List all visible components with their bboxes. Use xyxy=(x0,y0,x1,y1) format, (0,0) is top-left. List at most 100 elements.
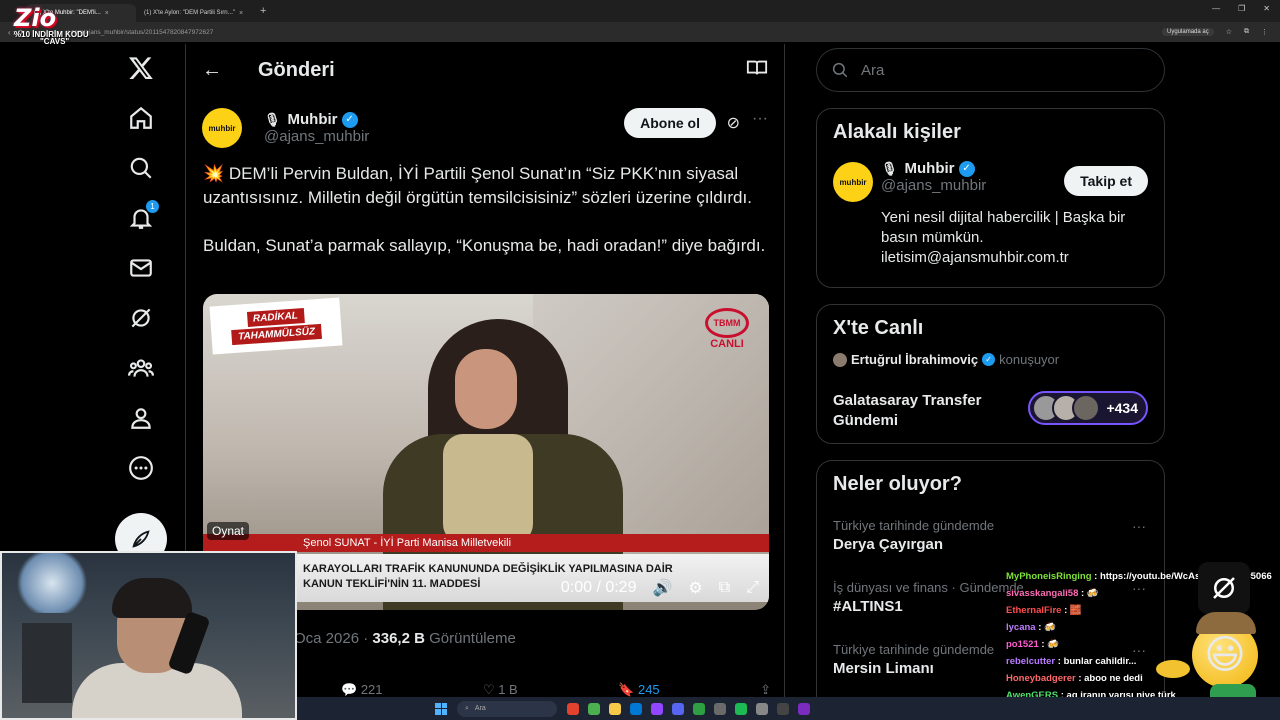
host-name: Ertuğrul İbrahimoviç xyxy=(851,352,979,367)
card-title: Neler oluyor? xyxy=(833,473,962,495)
post-paragraph-2: Buldan, Sunat’a parmak sallayıp, “Konuşm… xyxy=(203,236,766,255)
extensions-icon[interactable]: ⧉ xyxy=(1244,28,1249,36)
store-icon[interactable] xyxy=(630,702,642,715)
related-person[interactable]: muhbir 🎙 Muhbir ✓ @ajans_muhbir Yeni nes… xyxy=(817,156,1164,266)
file-explorer-icon[interactable] xyxy=(609,702,621,715)
play-label[interactable]: Oynat xyxy=(207,522,250,540)
views-count: 336,2 B xyxy=(372,630,425,647)
url-field[interactable]: x.com/ajans_muhbir/status/20115478208479… xyxy=(60,29,1162,36)
chat-text: bunlar cahildir... xyxy=(1063,656,1137,667)
post-date: Oca 2026 xyxy=(294,630,360,647)
profile-icon[interactable] xyxy=(121,398,161,438)
listener-avatar xyxy=(1072,394,1101,422)
messages-envelope-icon[interactable] xyxy=(121,248,161,288)
reply-button[interactable]: 💬 221 xyxy=(341,682,383,698)
page-title: Gönderi xyxy=(258,58,335,81)
chrome-icon[interactable] xyxy=(588,702,600,715)
card-title: X'te Canlı xyxy=(833,317,924,339)
chat-username: Honeybadgerer xyxy=(1006,673,1076,684)
chat-separator: : xyxy=(1055,656,1064,667)
trend-context: Türkiye tarihinde gündemde xyxy=(833,518,995,533)
x-logo-icon[interactable] xyxy=(121,48,161,88)
post-more-icon[interactable]: ··· xyxy=(752,110,768,128)
app-icon[interactable] xyxy=(756,702,768,715)
listeners-pill[interactable]: +434 xyxy=(1028,391,1148,425)
address-bar: ‹ › ⟳ x.com/ajans_muhbir/status/20115478… xyxy=(0,22,1280,42)
reader-view-icon[interactable] xyxy=(746,57,768,84)
live-on-x-card: X'te Canlı Ertuğrul İbrahimoviç ✓ konuşu… xyxy=(816,304,1165,444)
post-text: 💥 DEM’li Pervin Buldan, İYİ Partili Şeno… xyxy=(203,162,773,282)
live-topic[interactable]: Galatasaray Transfer Gündemi xyxy=(833,391,1023,431)
settings-gear-icon[interactable]: ⚙ xyxy=(688,578,702,598)
search-icon[interactable] xyxy=(121,148,161,188)
live-host[interactable]: Ertuğrul İbrahimoviç ✓ konuşuyor xyxy=(817,352,1164,367)
spotify-icon[interactable] xyxy=(735,702,747,715)
subscribe-button[interactable]: Abone ol xyxy=(624,108,716,138)
author-avatar[interactable]: muhbir xyxy=(202,108,242,148)
restore-icon[interactable]: ❐ xyxy=(1238,4,1245,13)
trend-item[interactable]: Türkiye tarihinde gündemde Derya Çayırga… xyxy=(817,508,1164,570)
app-icon[interactable] xyxy=(714,702,726,715)
hat-emote-icon xyxy=(1196,612,1256,634)
new-tab-icon[interactable]: + xyxy=(260,5,266,17)
back-arrow-icon[interactable]: ← xyxy=(202,59,242,82)
webcam-shelf xyxy=(22,623,72,703)
star-icon[interactable]: ☆ xyxy=(1226,28,1232,36)
app-icon[interactable] xyxy=(693,702,705,715)
bookmark-count: 245 xyxy=(637,682,660,697)
communities-icon[interactable] xyxy=(121,348,161,388)
card-title: Alakalı kişiler xyxy=(833,121,961,143)
app-icon[interactable] xyxy=(777,702,789,715)
app-icon[interactable] xyxy=(567,702,579,715)
notification-count-badge: 1 xyxy=(146,200,159,213)
taskbar-search[interactable]: ⌕ Ara xyxy=(457,700,557,717)
webcam-streamer-hair xyxy=(112,578,192,618)
twitch-icon[interactable] xyxy=(651,702,663,715)
volume-icon[interactable]: 🔊 xyxy=(652,578,672,598)
close-icon[interactable]: × xyxy=(239,10,243,17)
post-author: muhbir 🎙 Muhbir ✓ @ajans_muhbir Abone ol… xyxy=(202,108,770,148)
badge-line-1: RADİKAL xyxy=(246,308,305,327)
close-icon[interactable]: × xyxy=(105,10,109,17)
lower-third-name: Şenol SUNAT - İYİ Parti Manisa Milletvek… xyxy=(203,534,769,552)
windows-start-icon[interactable] xyxy=(435,702,447,715)
menu-icon[interactable]: ⋮ xyxy=(1261,28,1268,36)
author-handle[interactable]: @ajans_muhbir xyxy=(264,128,369,145)
search-icon: ⌕ xyxy=(465,704,469,712)
trend-more-icon[interactable]: ··· xyxy=(1132,518,1146,534)
listener-count: +434 xyxy=(1106,400,1138,416)
follow-button[interactable]: Takip et xyxy=(1064,166,1148,196)
chat-username: po1521 xyxy=(1006,639,1039,650)
channel-name: TBMM xyxy=(705,308,749,338)
chat-separator: : xyxy=(1091,571,1100,582)
grok-explain-icon[interactable]: ⊘ xyxy=(727,113,740,133)
home-icon[interactable] xyxy=(121,98,161,138)
taskbar-apps xyxy=(567,702,810,715)
notifications-bell-icon[interactable]: 1 xyxy=(121,198,161,238)
post-meta: Oca 2026 · 336,2 B Görüntüleme xyxy=(294,630,516,647)
search-input[interactable]: Ara xyxy=(816,48,1165,92)
related-avatar[interactable]: muhbir xyxy=(833,162,873,202)
pip-icon[interactable]: ⧉ xyxy=(719,579,730,597)
minimize-icon[interactable]: — xyxy=(1212,4,1220,13)
related-name[interactable]: Muhbir xyxy=(905,160,955,177)
sponsor-brand: Zio xyxy=(14,4,57,32)
more-options-icon[interactable] xyxy=(121,448,161,488)
open-in-app-badge[interactable]: Uygulamada aç xyxy=(1162,28,1214,36)
grok-icon[interactable] xyxy=(121,298,161,338)
browser-tab-2[interactable]: (1) X'te Aylon: "DEM Partili Sırrı..." × xyxy=(136,4,256,22)
verified-badge-icon: ✓ xyxy=(982,353,996,366)
app-icon[interactable] xyxy=(798,702,810,715)
close-window-icon[interactable]: ✕ xyxy=(1263,4,1270,13)
tab-title: (1) X'te Aylon: "DEM Partili Sırrı..." xyxy=(144,10,235,16)
share-icon[interactable]: ⇪ xyxy=(760,682,771,698)
fullscreen-icon[interactable]: ⤢ xyxy=(746,579,759,597)
bookmark-button[interactable]: 🔖 245 xyxy=(618,682,660,698)
chat-text: 🍻 xyxy=(1047,639,1060,650)
video-speaker-face xyxy=(455,349,517,429)
discord-icon[interactable] xyxy=(672,702,684,715)
webcam-light xyxy=(12,553,92,613)
search-icon xyxy=(832,62,848,78)
author-name[interactable]: Muhbir xyxy=(288,111,338,128)
like-button[interactable]: ♡ 1 B xyxy=(483,682,518,698)
